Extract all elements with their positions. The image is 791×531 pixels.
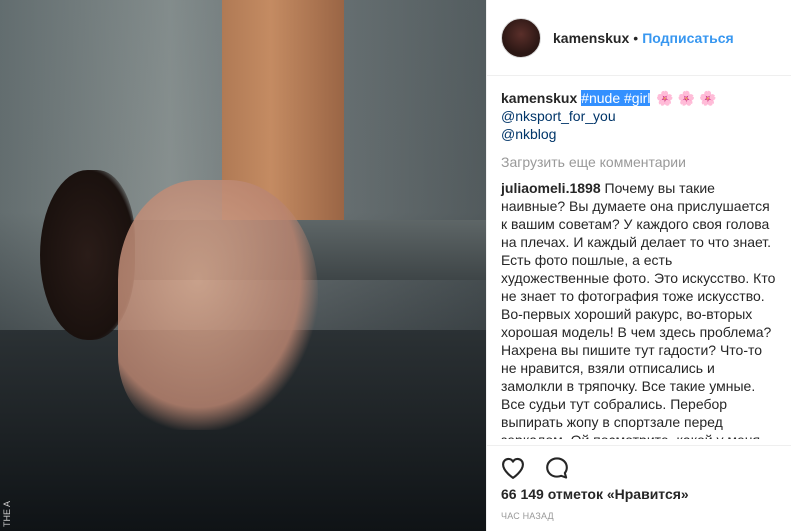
comment-username[interactable]: juliaomeli.1898 [501, 180, 601, 196]
flower-emoji-icon: 🌸 🌸 🌸 [656, 90, 717, 106]
photo-figure [118, 180, 318, 430]
heart-icon[interactable] [499, 454, 527, 482]
action-bar [487, 445, 791, 485]
caption: kamenskux #nude #girl 🌸 🌸 🌸 @nksport_for… [501, 89, 778, 143]
follow-button[interactable]: Подписаться [642, 30, 734, 46]
comment-icon[interactable] [543, 454, 571, 482]
post-header: kamenskux • Подписаться [487, 0, 791, 76]
comment-text: Почему вы такие наивные? Вы думаете она … [501, 180, 776, 439]
post-sidebar: kamenskux • Подписаться kamenskux #nude … [486, 0, 791, 531]
post-photo[interactable]: THE A [0, 0, 500, 531]
comments-section[interactable]: kamenskux #nude #girl 🌸 🌸 🌸 @nksport_for… [487, 77, 791, 439]
caption-username[interactable]: kamenskux [501, 90, 577, 106]
post-timestamp[interactable]: ЧАС НАЗАД [501, 511, 554, 521]
caption-hashtags[interactable]: #nude #girl [581, 90, 651, 106]
caption-mention-1[interactable]: @nksport_for_you [501, 107, 778, 125]
caption-mention-2[interactable]: @nkblog [501, 125, 778, 143]
photo-watermark: THE A [2, 500, 12, 527]
header-separator: • [633, 29, 639, 46]
load-more-comments-button[interactable]: Загрузить еще комментарии [501, 153, 778, 171]
author-username[interactable]: kamenskux [553, 30, 629, 46]
avatar[interactable] [501, 17, 541, 58]
comment-item: juliaomeli.1898 Почему вы такие наивные?… [501, 179, 778, 439]
likes-count[interactable]: 66 149 отметок «Нравится» [501, 486, 689, 502]
